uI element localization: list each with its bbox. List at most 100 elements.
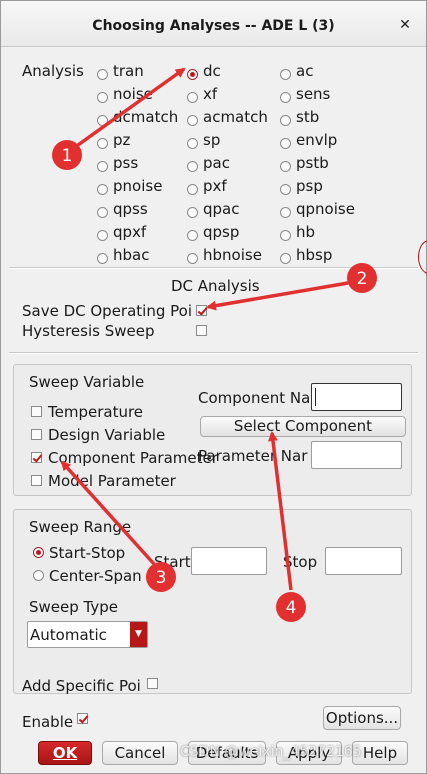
component-parameter-label: Component Parameter [48,449,218,467]
chevron-down-icon[interactable]: ▼ [130,622,147,647]
component-name-input[interactable] [311,383,402,411]
analysis-label-sens: sens [296,85,331,103]
select-component-button[interactable]: Select Component [200,416,406,437]
analysis-label-sp: sp [203,131,221,149]
analysis-radio-stb[interactable] [280,115,291,126]
close-icon[interactable]: ✕ [395,15,415,35]
analysis-radio-hb[interactable] [280,230,291,241]
analysis-radio-noise[interactable] [97,92,108,103]
sweep-variable-group: Sweep Variable Temperature Design Variab… [13,364,412,496]
component-parameter-checkbox[interactable] [31,452,42,463]
sweep-range-group: Sweep Range Start-Stop Center-Span Start… [13,509,412,695]
sweep-range-heading: Sweep Range [29,518,132,536]
analysis-radio-pac[interactable] [187,161,198,172]
dc-analysis-heading: DC Analysis [171,277,260,295]
analysis-radio-hbsp[interactable] [280,253,291,264]
analysis-radio-psp[interactable] [280,184,291,195]
analysis-label-hbsp: hbsp [296,246,333,264]
analysis-label-acmatch: acmatch [203,108,268,126]
sweep-variable-heading: Sweep Variable [29,373,145,391]
stop-label: Stop [283,553,318,571]
analysis-label-envlp: envlp [296,131,338,149]
hysteresis-sweep-checkbox[interactable] [196,325,207,336]
design-variable-label: Design Variable [48,426,166,444]
analysis-label-hbac: hbac [113,246,150,264]
analysis-radio-envlp[interactable] [280,138,291,149]
analysis-label-qpac: qpac [203,200,240,218]
sweep-type-label: Sweep Type [29,598,118,616]
analysis-radio-dc[interactable] [187,69,198,80]
sweep-type-value: Automatic [30,626,107,644]
design-variable-checkbox[interactable] [31,429,42,440]
hysteresis-sweep-label: Hysteresis Sweep [22,322,155,340]
component-name-label: Component Na [198,389,311,407]
analysis-radio-tran[interactable] [97,69,108,80]
analysis-label-stb: stb [296,108,320,126]
temperature-checkbox[interactable] [31,406,42,417]
add-specific-points-checkbox[interactable] [147,678,158,689]
analysis-label-tran: tran [113,62,144,80]
analysis-radio-pxf[interactable] [187,184,198,195]
divider [9,352,418,354]
parameter-name-input[interactable] [311,441,402,469]
analysis-label-pz: pz [113,131,131,149]
window-title: Choosing Analyses -- ADE L (3) [92,18,335,34]
analysis-label-qpsp: qpsp [203,223,240,241]
options-button[interactable]: Options... [323,706,401,730]
analysis-label-xf: xf [203,85,218,103]
analysis-radio-dcmatch[interactable] [97,115,108,126]
analysis-radio-sens[interactable] [280,92,291,103]
start-stop-label: Start-Stop [49,544,126,562]
sweep-type-select[interactable]: Automatic ▼ [27,621,148,648]
analysis-radio-pnoise[interactable] [97,184,108,195]
analysis-radio-hbnoise[interactable] [187,253,198,264]
analysis-label-pac: pac [203,154,230,172]
analysis-radio-sp[interactable] [187,138,198,149]
analysis-radio-acmatch[interactable] [187,115,198,126]
start-stop-radio[interactable] [33,547,44,558]
analysis-label-hb: hb [296,223,316,241]
analysis-label: Analysis [22,62,84,80]
analysis-label-ac: ac [296,62,314,80]
save-dc-op-checkbox[interactable] [196,305,207,316]
stop-input[interactable] [325,547,402,575]
analysis-label-qpxf: qpxf [113,223,147,241]
analysis-radio-pss[interactable] [97,161,108,172]
analysis-label-dc: dc [203,62,221,80]
analysis-label-pstb: pstb [296,154,329,172]
analysis-radio-pstb[interactable] [280,161,291,172]
analysis-label-pxf: pxf [203,177,227,195]
analysis-radio-qpxf[interactable] [97,230,108,241]
center-span-radio[interactable] [33,570,44,581]
title-bar: Choosing Analyses -- ADE L (3) ✕ [1,1,426,47]
analysis-radio-ac[interactable] [280,69,291,80]
analysis-label-noise: noise [113,85,153,103]
dialog-window: Choosing Analyses -- ADE L (3) ✕ Analysi… [0,0,427,774]
enable-label: Enable [22,713,74,731]
analysis-label-pss: pss [113,154,139,172]
analysis-label-hbnoise: hbnoise [203,246,262,264]
temperature-label: Temperature [48,403,144,421]
analysis-radio-qpss[interactable] [97,207,108,218]
analysis-radio-hbac[interactable] [97,253,108,264]
analysis-radio-pz[interactable] [97,138,108,149]
analysis-radio-xf[interactable] [187,92,198,103]
analysis-label-psp: psp [296,177,323,195]
cancel-button[interactable]: Cancel [102,741,178,765]
analysis-label-qpnoise: qpnoise [296,200,355,218]
start-input[interactable] [191,547,267,575]
start-label: Start [154,553,191,571]
analysis-radio-qpsp[interactable] [187,230,198,241]
add-specific-points-label: Add Specific Poi [22,677,141,695]
analysis-radio-qpnoise[interactable] [280,207,291,218]
analysis-label-qpss: qpss [113,200,148,218]
model-parameter-checkbox[interactable] [31,475,42,486]
divider [9,267,418,269]
analysis-radio-qpac[interactable] [187,207,198,218]
ok-button[interactable]: OK [38,741,92,765]
center-span-label: Center-Span [49,567,142,585]
save-dc-op-label: Save DC Operating Poi [22,302,192,320]
enable-checkbox[interactable] [77,713,88,724]
model-parameter-label: Model Parameter [48,472,176,490]
analysis-label-pnoise: pnoise [113,177,163,195]
